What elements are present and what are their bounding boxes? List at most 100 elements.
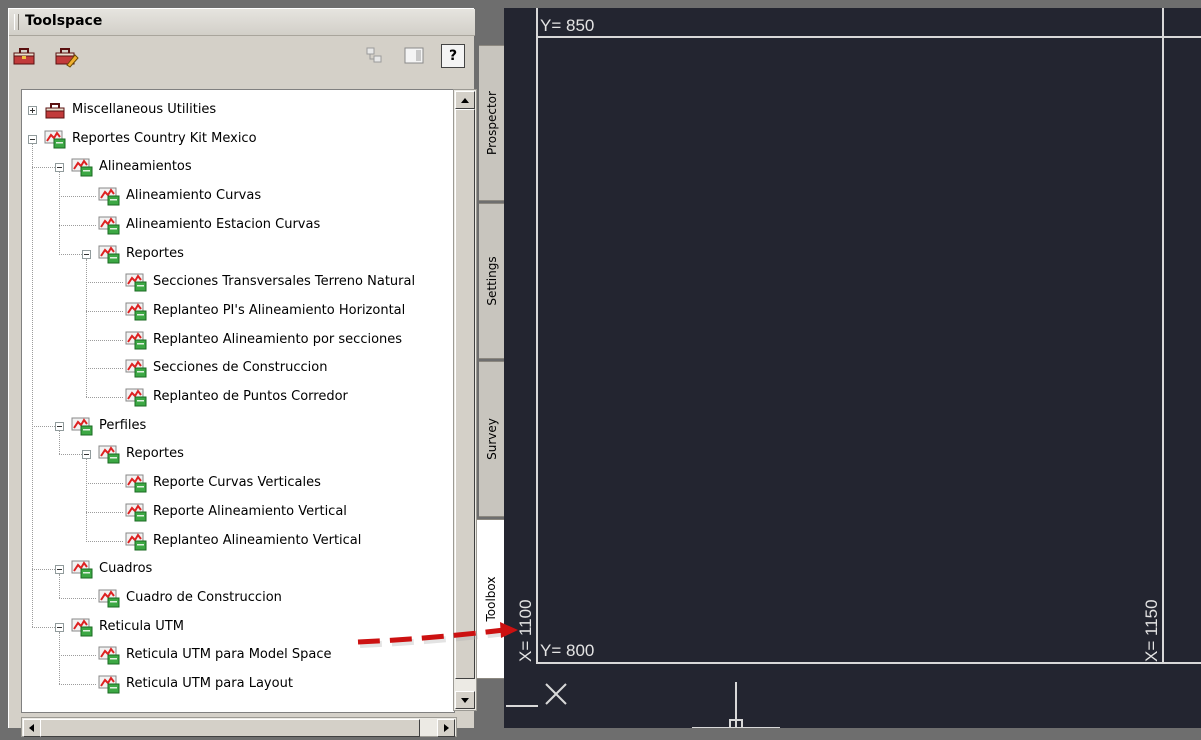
tree-guide-line (86, 459, 87, 541)
collapse-icon[interactable] (55, 622, 64, 632)
drawing-canvas[interactable]: Y= 850 Y= 800 X= 1100 X= 1150 (504, 8, 1201, 728)
tree-item-label: Alineamiento Estacion Curvas (126, 216, 321, 232)
scroll-up-button[interactable] (455, 91, 475, 109)
panel-icon[interactable] (401, 43, 427, 69)
collapse-icon[interactable] (82, 249, 91, 259)
tree-connector (59, 655, 96, 657)
scroll-right-button[interactable] (437, 719, 455, 737)
tree-item-label: Alineamientos (99, 159, 192, 175)
palette-title: Toolspace (25, 13, 103, 29)
tree-item[interactable]: Miscellaneous Utilities (22, 102, 454, 124)
vertical-scroll-thumb[interactable] (455, 109, 475, 679)
horizontal-scrollbar[interactable] (21, 717, 457, 737)
tree-connector (59, 253, 82, 255)
report-icon (71, 617, 93, 637)
annotation-arrow (357, 622, 518, 648)
tree-connector (86, 483, 123, 485)
tree-connector (59, 224, 96, 226)
tab-survey-label: Survey (484, 418, 499, 460)
report-icon (98, 444, 120, 464)
tree-connector (86, 339, 123, 341)
tree-connector (59, 597, 96, 599)
tree-guide-line (86, 258, 87, 397)
tree-connector (32, 425, 55, 427)
crosshair-cursor (692, 682, 780, 728)
tree-view-icon[interactable] (361, 43, 387, 69)
tree-item[interactable]: Cuadros (22, 560, 454, 583)
grid-line-y850 (536, 36, 1201, 38)
help-icon[interactable]: ? (441, 44, 465, 68)
report-icon (71, 157, 93, 177)
tab-prospector[interactable]: Prospector (479, 45, 505, 201)
tree-guide-line (32, 143, 33, 627)
grid-line-x1100 (536, 8, 538, 664)
palette-titlebar[interactable]: Toolspace (9, 9, 475, 36)
report-icon (71, 416, 93, 436)
tree-item-label: Cuadro de Construccion (126, 589, 282, 605)
tree-guide-line (59, 172, 60, 254)
tab-prospector-label: Prospector (484, 91, 499, 155)
tree-item-label: Replanteo de Puntos Corredor (153, 389, 348, 404)
grip-handle[interactable] (14, 14, 19, 30)
tree-connector (86, 310, 123, 312)
tree-connector (32, 626, 55, 628)
palette-tabs: Prospector Settings Survey Toolbox (477, 45, 507, 679)
tree-item-label: Secciones Transversales Terreno Natural (153, 274, 416, 290)
scroll-down-button[interactable] (455, 691, 475, 709)
tree-item-label: Reticula UTM (99, 618, 184, 634)
label-x-right: X= 1150 (1142, 599, 1161, 662)
report-icon (125, 502, 147, 522)
tree-item-label: Replanteo Alineamiento Vertical (153, 532, 362, 548)
tree-item-label: Reticula UTM para Layout (126, 676, 293, 691)
report-icon (98, 186, 120, 206)
collapse-icon[interactable] (55, 565, 64, 575)
tree-item-label: Miscellaneous Utilities (72, 102, 217, 117)
tree-item-label: Alineamiento Curvas (126, 188, 262, 204)
tree-item[interactable]: Perfiles (22, 416, 454, 440)
tree-item-label: Replanteo Alineamiento por secciones (153, 331, 403, 347)
tree-item[interactable]: Alineamiento Curvas (22, 186, 454, 210)
tree-connector (86, 368, 123, 370)
toolbox-icon[interactable] (11, 43, 37, 69)
tree-connector (59, 454, 82, 456)
tree-item-label: Cuadros (99, 561, 153, 577)
tab-survey[interactable]: Survey (479, 361, 505, 517)
grid-line-y800 (536, 662, 1201, 664)
horizontal-scroll-thumb[interactable] (40, 719, 420, 737)
tree-item[interactable]: Reportes Country Kit Mexico (22, 129, 454, 153)
tree-connector (59, 684, 96, 685)
collapse-icon[interactable] (82, 450, 91, 460)
tree-item[interactable]: Alineamiento Estacion Curvas (22, 216, 454, 239)
tab-toolbox-label: Toolbox (483, 576, 498, 622)
collapse-icon[interactable] (28, 134, 37, 144)
label-y-bottom: Y= 800 (540, 641, 595, 660)
report-icon (125, 531, 147, 551)
report-icon (125, 330, 147, 350)
tree-connector (32, 167, 55, 169)
scroll-left-button[interactable] (23, 719, 41, 737)
tree-item-label: Reporte Curvas Verticales (153, 475, 321, 491)
report-icon (125, 301, 147, 321)
tree-connector (86, 282, 123, 284)
tree-item-label: Reportes (126, 446, 184, 462)
tree-item-label: Reticula UTM para Model Space (126, 647, 332, 663)
tree-item[interactable]: Cuadro de Construccion (22, 589, 454, 612)
label-y-top: Y= 850 (540, 16, 595, 35)
tree-item-label: Reportes (126, 245, 184, 261)
report-icon (44, 129, 66, 149)
report-icon (125, 387, 147, 407)
tree-item[interactable]: Alineamientos (22, 157, 454, 181)
tab-settings[interactable]: Settings (479, 203, 505, 359)
collapse-icon[interactable] (55, 163, 64, 173)
report-icon (125, 473, 147, 493)
tree-guide-line (59, 574, 60, 598)
tree-item[interactable]: Reticula UTM para Layout (22, 675, 454, 698)
tree-item-label: Replanteo PI's Alineamiento Horizontal (153, 302, 406, 318)
tab-settings-label: Settings (484, 256, 499, 306)
collapse-icon[interactable] (55, 421, 64, 431)
tree-guide-line (59, 631, 60, 684)
tree-item-label: Secciones de Construccion (153, 360, 328, 376)
tree-item-label: Perfiles (99, 417, 147, 433)
toolbox-edit-icon[interactable] (53, 43, 79, 69)
expand-icon[interactable] (28, 106, 37, 115)
